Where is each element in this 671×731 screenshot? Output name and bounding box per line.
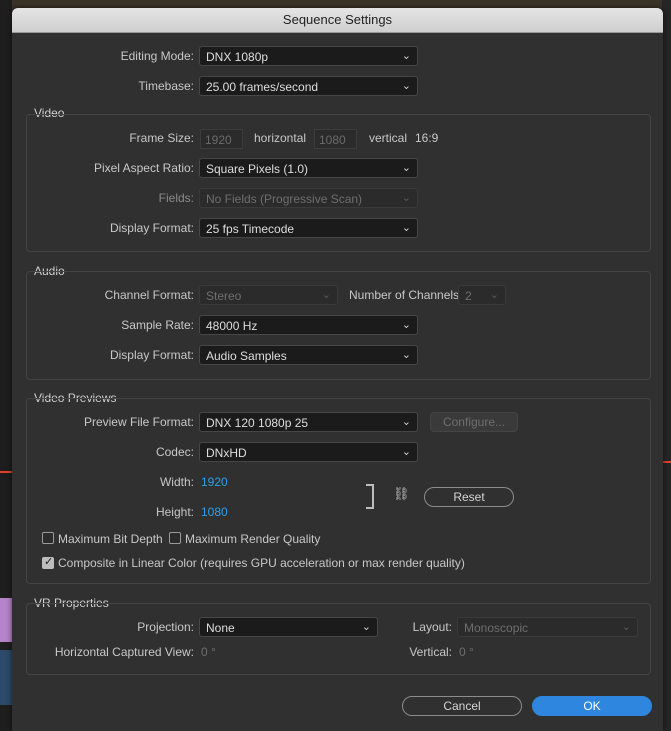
chevron-down-icon: ⌄: [489, 289, 499, 301]
horizontal-view-label: Horizontal Captured View:: [54, 645, 194, 659]
frame-size-label: Frame Size:: [129, 131, 194, 145]
background-playhead-left: [0, 471, 12, 473]
layout-label: Layout:: [412, 620, 452, 634]
vr-properties-section: [26, 603, 651, 675]
preview-height-value[interactable]: 1080: [201, 505, 228, 519]
dialog-titlebar: Sequence Settings: [12, 8, 663, 33]
timebase-dropdown[interactable]: 25.00 frames/second ⌄: [199, 76, 418, 96]
max-render-quality-label: Maximum Render Quality: [185, 532, 321, 546]
background-playhead-right: [662, 461, 671, 463]
horizontal-view-value: 0 °: [201, 645, 216, 659]
chevron-down-icon: ⌄: [401, 192, 411, 204]
num-channels-label: Number of Channels:: [349, 288, 463, 302]
sample-rate-dropdown[interactable]: 48000 Hz ⌄: [199, 315, 418, 335]
video-display-format-dropdown[interactable]: 25 fps Timecode ⌄: [199, 218, 418, 238]
horizontal-label: horizontal: [254, 131, 307, 145]
fields-dropdown: No Fields (Progressive Scan) ⌄: [199, 188, 418, 208]
preview-file-format-value: DNX 120 1080p 25: [206, 416, 309, 430]
linear-color-checkbox[interactable]: [42, 555, 54, 569]
max-bit-depth-label: Maximum Bit Depth: [58, 532, 163, 546]
pixel-aspect-value: Square Pixels (1.0): [206, 162, 309, 176]
frame-height-field: 1080: [314, 129, 357, 149]
configure-button: Configure...: [430, 412, 518, 432]
channel-format-label: Channel Format:: [104, 288, 194, 302]
fields-label: Fields:: [158, 191, 194, 205]
audio-display-format-dropdown[interactable]: Audio Samples ⌄: [199, 345, 418, 365]
chevron-down-icon: ⌄: [401, 222, 411, 234]
background-app-right: [662, 0, 671, 731]
layout-value: Monoscopic: [464, 621, 529, 635]
channel-format-dropdown: Stereo ⌄: [199, 285, 338, 305]
fields-value: No Fields (Progressive Scan): [206, 192, 363, 206]
preview-width-value[interactable]: 1920: [201, 475, 228, 489]
max-render-quality-checkbox[interactable]: [169, 532, 181, 544]
codec-value: DNxHD: [206, 446, 247, 460]
frame-width-field: 1920: [200, 129, 243, 149]
background-clip-blue: [0, 650, 12, 705]
linear-color-label: Composite in Linear Color (requires GPU …: [58, 556, 465, 570]
codec-label: Codec:: [155, 445, 194, 459]
chevron-down-icon: ⌄: [401, 319, 411, 331]
chevron-down-icon: ⌄: [401, 80, 411, 92]
chevron-down-icon: ⌄: [401, 50, 411, 62]
num-channels-dropdown: 2 ⌄: [458, 285, 506, 305]
projection-value: None: [206, 621, 235, 635]
cancel-button[interactable]: Cancel: [402, 696, 522, 716]
video-display-format-label: Display Format:: [109, 221, 194, 235]
sequence-settings-dialog: Sequence Settings Editing Mode: DNX 1080…: [12, 8, 663, 731]
editing-mode-dropdown[interactable]: DNX 1080p ⌄: [199, 46, 418, 66]
sample-rate-label: Sample Rate:: [121, 318, 194, 332]
video-display-format-value: 25 fps Timecode: [206, 222, 295, 236]
chevron-down-icon: ⌄: [401, 416, 411, 428]
chevron-down-icon: ⌄: [401, 162, 411, 174]
chevron-down-icon: ⌄: [621, 621, 631, 633]
chevron-down-icon: ⌄: [401, 349, 411, 361]
vertical-label: vertical: [369, 131, 408, 145]
layout-dropdown: Monoscopic ⌄: [457, 617, 638, 637]
preview-height-label: Height:: [155, 505, 194, 519]
chevron-down-icon: ⌄: [321, 289, 331, 301]
preview-width-label: Width:: [159, 475, 194, 489]
sample-rate-value: 48000 Hz: [206, 319, 258, 333]
chevron-down-icon: ⌄: [401, 446, 411, 458]
timebase-value: 25.00 frames/second: [206, 80, 319, 94]
vertical-view-label: Vertical:: [409, 645, 452, 659]
dialog-title: Sequence Settings: [282, 12, 393, 27]
pixel-aspect-dropdown[interactable]: Square Pixels (1.0) ⌄: [199, 158, 418, 178]
reset-button[interactable]: Reset: [424, 487, 514, 507]
max-bit-depth-checkbox[interactable]: [42, 532, 54, 544]
editing-mode-value: DNX 1080p: [206, 50, 269, 64]
ok-button[interactable]: OK: [532, 696, 652, 716]
audio-display-format-label: Display Format:: [109, 348, 194, 362]
preview-file-format-dropdown[interactable]: DNX 120 1080p 25 ⌄: [199, 412, 418, 432]
audio-display-format-value: Audio Samples: [206, 349, 287, 363]
editing-mode-label: Editing Mode:: [120, 49, 194, 63]
preview-file-format-label: Preview File Format:: [83, 415, 194, 429]
link-bracket: [366, 484, 374, 509]
vertical-view-value: 0 °: [459, 645, 474, 659]
num-channels-value: 2: [465, 289, 472, 303]
aspect-ratio-text: 16:9: [415, 131, 439, 145]
channel-format-value: Stereo: [206, 289, 242, 303]
background-clip-pink: [0, 598, 12, 642]
timebase-label: Timebase:: [138, 79, 194, 93]
codec-dropdown[interactable]: DNxHD ⌄: [199, 442, 418, 462]
pixel-aspect-label: Pixel Aspect Ratio:: [93, 161, 194, 175]
chain-link-icon[interactable]: ⛓: [393, 486, 410, 502]
projection-label: Projection:: [137, 620, 194, 634]
